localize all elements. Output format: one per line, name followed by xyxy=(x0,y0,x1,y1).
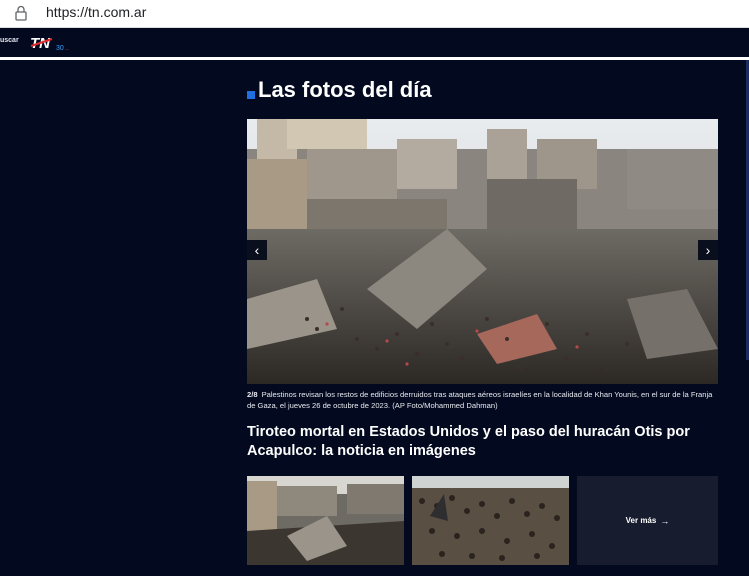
chevron-right-icon[interactable]: › xyxy=(698,240,718,260)
caption-text: Palestinos revisan los restos de edifici… xyxy=(247,390,713,410)
see-more-label: Ver más xyxy=(625,516,657,525)
gallery-headline[interactable]: Tiroteo mortal en Estados Unidos y el pa… xyxy=(247,423,717,461)
gallery-counter: 2/8 xyxy=(247,390,258,399)
logo-badge: 30 xyxy=(56,45,64,52)
chevron-left-icon[interactable]: ‹ xyxy=(247,240,267,260)
thumbnail-crowd[interactable] xyxy=(412,476,569,565)
section-title: Las fotos del día xyxy=(258,77,432,102)
lock-icon xyxy=(15,5,27,21)
crowd-thumbnail-image xyxy=(412,476,569,565)
svg-text:..: .. xyxy=(65,45,69,52)
browser-address-bar[interactable]: https://tn.com.ar xyxy=(0,0,749,28)
url-text[interactable]: https://tn.com.ar xyxy=(46,4,146,20)
search-label[interactable]: uscar xyxy=(0,37,19,44)
destroyed-buildings-photo xyxy=(247,119,718,384)
see-more-button[interactable]: Ver más → xyxy=(577,476,718,565)
photo-caption: 2/8 Palestinos revisan los restos de edif… xyxy=(247,389,715,411)
gallery-main-photo[interactable] xyxy=(247,119,718,384)
rubble-thumbnail-image xyxy=(247,476,404,565)
title-accent-square xyxy=(247,91,255,99)
arrow-right-icon: → xyxy=(660,515,670,526)
top-navigation: uscar TN 30 .. xyxy=(0,28,749,60)
thumbnail-rubble[interactable] xyxy=(247,476,404,565)
tn-logo[interactable]: TN 30 .. xyxy=(30,34,78,52)
section-header: Las fotos del día xyxy=(247,77,432,103)
